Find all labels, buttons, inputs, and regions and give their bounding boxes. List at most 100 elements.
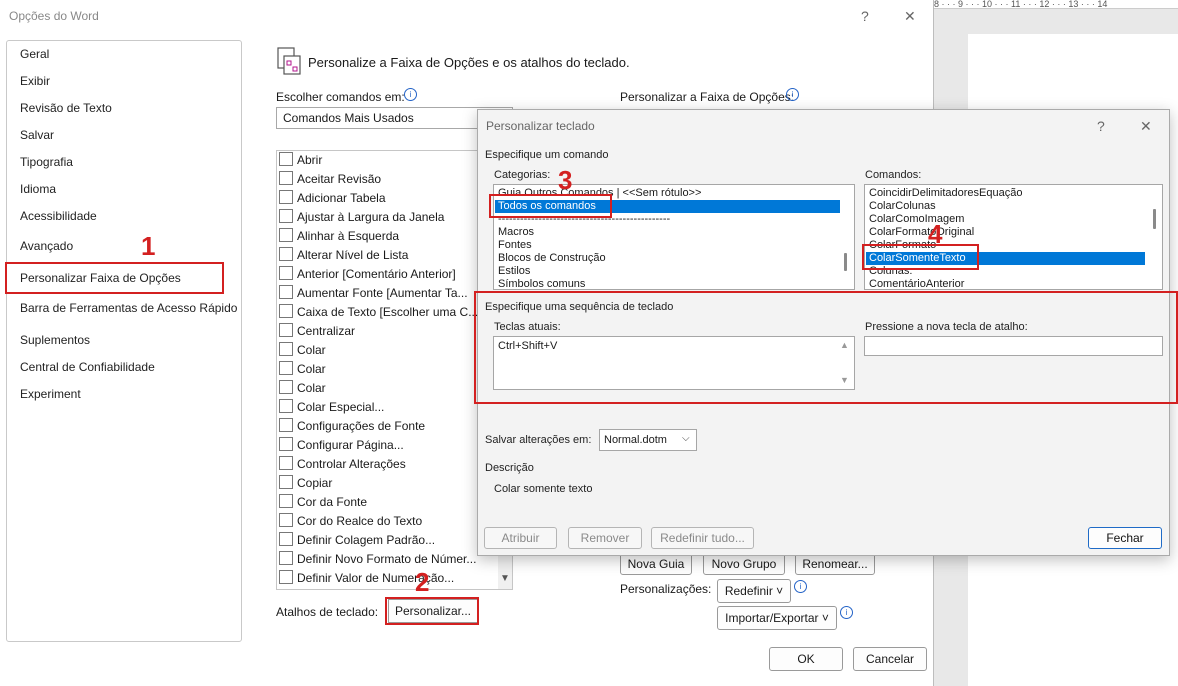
scroll-down-icon[interactable]: ▼ xyxy=(500,573,510,584)
list-item[interactable]: Fontes xyxy=(498,239,532,252)
annotation-number-1: 1 xyxy=(141,231,156,261)
close-icon[interactable]: ✕ xyxy=(1140,118,1152,135)
command-list-item[interactable]: Colar Especial... xyxy=(279,398,489,417)
command-list-item[interactable]: Ajustar à Largura da Janela xyxy=(279,208,489,227)
list-item[interactable]: ColarColunas xyxy=(869,200,936,213)
annotation-number-4: 4 xyxy=(928,219,943,249)
nav-item-avancado[interactable]: Avançado xyxy=(20,239,73,253)
close-icon[interactable]: ✕ xyxy=(904,8,916,25)
command-label: Cor da Fonte xyxy=(297,495,368,509)
nav-item-revisao[interactable]: Revisão de Texto xyxy=(20,101,112,115)
command-list-item[interactable]: Anterior [Comentário Anterior] xyxy=(279,265,489,284)
command-list-item[interactable]: Definir Colagem Padrão... xyxy=(279,531,489,550)
command-list-item[interactable]: Controlar Alterações xyxy=(279,455,489,474)
command-list-item[interactable]: Aumentar Fonte [Aumentar Ta... xyxy=(279,284,489,303)
save-changes-label: Salvar alterações em: xyxy=(485,434,592,446)
command-list-item[interactable]: Colar xyxy=(279,379,489,398)
nav-item-geral[interactable]: Geral xyxy=(20,47,49,61)
command-label: Anterior [Comentário Anterior] xyxy=(297,267,456,281)
rename-button[interactable]: Renomear... xyxy=(795,553,875,575)
nav-item-idioma[interactable]: Idioma xyxy=(20,182,56,196)
nav-item-tipografia[interactable]: Tipografia xyxy=(20,155,73,169)
command-list-item[interactable]: Alinhar à Esquerda xyxy=(279,227,489,246)
command-list-item[interactable]: Aceitar Revisão xyxy=(279,170,489,189)
command-list-item[interactable]: Cor da Fonte xyxy=(279,493,489,512)
import-export-button[interactable]: Importar/Exportar ˅ xyxy=(717,606,837,630)
nav-item-acessibilidade[interactable]: Acessibilidade xyxy=(20,209,97,223)
nav-item-suplementos[interactable]: Suplementos xyxy=(20,333,90,347)
list-item[interactable]: CoincidirDelimitadoresEquação xyxy=(869,187,1022,200)
command-label: Controlar Alterações xyxy=(297,457,406,471)
annotation-box-3 xyxy=(489,194,612,218)
command-list-item[interactable]: Configurações de Fonte xyxy=(279,417,489,436)
page-heading: Personalize a Faixa de Opções e os atalh… xyxy=(308,55,630,70)
command-icon xyxy=(279,228,293,242)
commands-scroll-thumb[interactable] xyxy=(1153,209,1156,229)
command-label: Definir Novo Formato de Númer... xyxy=(297,552,477,566)
save-changes-select[interactable]: Normal.dotm ⌵ xyxy=(599,429,697,451)
command-list-item[interactable]: Adicionar Tabela xyxy=(279,189,489,208)
nav-item-barra-acesso-rapido[interactable]: Barra de Ferramentas de Acesso Rápido xyxy=(20,301,237,315)
specify-command-heading: Especifique um comando xyxy=(485,149,609,161)
help-icon[interactable]: ? xyxy=(861,8,869,24)
commands-rows: Abrir Aceitar Revisão Adicionar Tabela Ajus… xyxy=(277,151,497,587)
command-icon xyxy=(279,285,293,299)
command-label: Caixa de Texto [Escolher uma C... xyxy=(297,305,479,319)
customizations-label: Personalizações: xyxy=(620,582,712,596)
command-list-item[interactable]: Cor do Realce do Texto xyxy=(279,512,489,531)
command-list-item[interactable]: Colar xyxy=(279,341,489,360)
command-list-item[interactable]: Definir Valor de Numeração... xyxy=(279,569,489,587)
command-label: Alinhar à Esquerda xyxy=(297,229,400,243)
command-label: Configurar Página... xyxy=(297,438,404,452)
annotation-box-2 xyxy=(385,597,479,625)
command-icon xyxy=(279,513,293,527)
ruler-marks: 8 · · · 9 · · · 10 · · · 11 · · · 12 · ·… xyxy=(934,0,1108,9)
save-changes-value: Normal.dotm xyxy=(604,434,667,446)
help-icon[interactable]: ? xyxy=(1097,118,1105,134)
list-item[interactable]: ColarComoImagem xyxy=(869,213,964,226)
command-list-item[interactable]: Centralizar xyxy=(279,322,489,341)
remove-button[interactable]: Remover xyxy=(568,527,642,549)
command-label: Colar xyxy=(297,381,326,395)
chevron-down-icon: ⌵ xyxy=(682,433,690,444)
command-icon xyxy=(279,399,293,413)
list-item[interactable]: ComentárioAnterior xyxy=(869,278,964,289)
command-icon xyxy=(279,361,293,375)
annotation-box-sequence xyxy=(474,291,1178,404)
command-list-item[interactable]: Configurar Página... xyxy=(279,436,489,455)
command-icon xyxy=(279,247,293,261)
command-list-item[interactable]: Definir Novo Formato de Númer... xyxy=(279,550,489,569)
command-list-item[interactable]: Alterar Nível de Lista xyxy=(279,246,489,265)
command-list-item[interactable]: Abrir xyxy=(279,151,489,170)
cancel-button[interactable]: Cancelar xyxy=(853,647,927,671)
new-group-button[interactable]: Novo Grupo xyxy=(703,553,785,575)
nav-item-experiment[interactable]: Experiment xyxy=(20,387,81,401)
new-tab-button[interactable]: Nova Guia xyxy=(620,553,692,575)
assign-button[interactable]: Atribuir xyxy=(484,527,557,549)
nav-item-central-confiabilidade[interactable]: Central de Confiabilidade xyxy=(20,360,155,374)
list-item[interactable]: Blocos de Construção xyxy=(498,252,606,265)
list-item[interactable]: ColarFormatoOriginal xyxy=(869,226,974,239)
dialog-title: Opções do Word xyxy=(9,9,99,23)
command-label: Alterar Nível de Lista xyxy=(297,248,409,262)
description-text: Colar somente texto xyxy=(494,483,593,495)
categories-scroll-thumb[interactable] xyxy=(844,253,847,271)
reset-dropdown-button[interactable]: Redefinir ˅ xyxy=(717,579,791,603)
command-list-item[interactable]: Caixa de Texto [Escolher uma C... xyxy=(279,303,489,322)
list-item[interactable]: Macros xyxy=(498,226,534,239)
command-list-item[interactable]: Copiar xyxy=(279,474,489,493)
commands-label: Comandos: xyxy=(865,169,922,181)
reset-all-button[interactable]: Redefinir tudo... xyxy=(651,527,754,549)
command-icon xyxy=(279,532,293,546)
close-button[interactable]: Fechar xyxy=(1088,527,1162,549)
commands-listbox[interactable]: CoincidirDelimitadoresEquação ColarColun… xyxy=(864,184,1163,290)
nav-item-salvar[interactable]: Salvar xyxy=(20,128,54,142)
list-item[interactable]: Estilos xyxy=(498,265,530,278)
command-icon xyxy=(279,152,293,166)
list-item[interactable]: Símbolos comuns xyxy=(498,278,585,289)
ok-button[interactable]: OK xyxy=(769,647,843,671)
command-label: Aumentar Fonte [Aumentar Ta... xyxy=(297,286,468,300)
command-list-item[interactable]: Colar xyxy=(279,360,489,379)
nav-item-exibir[interactable]: Exibir xyxy=(20,74,50,88)
annotation-box-1 xyxy=(5,262,224,294)
